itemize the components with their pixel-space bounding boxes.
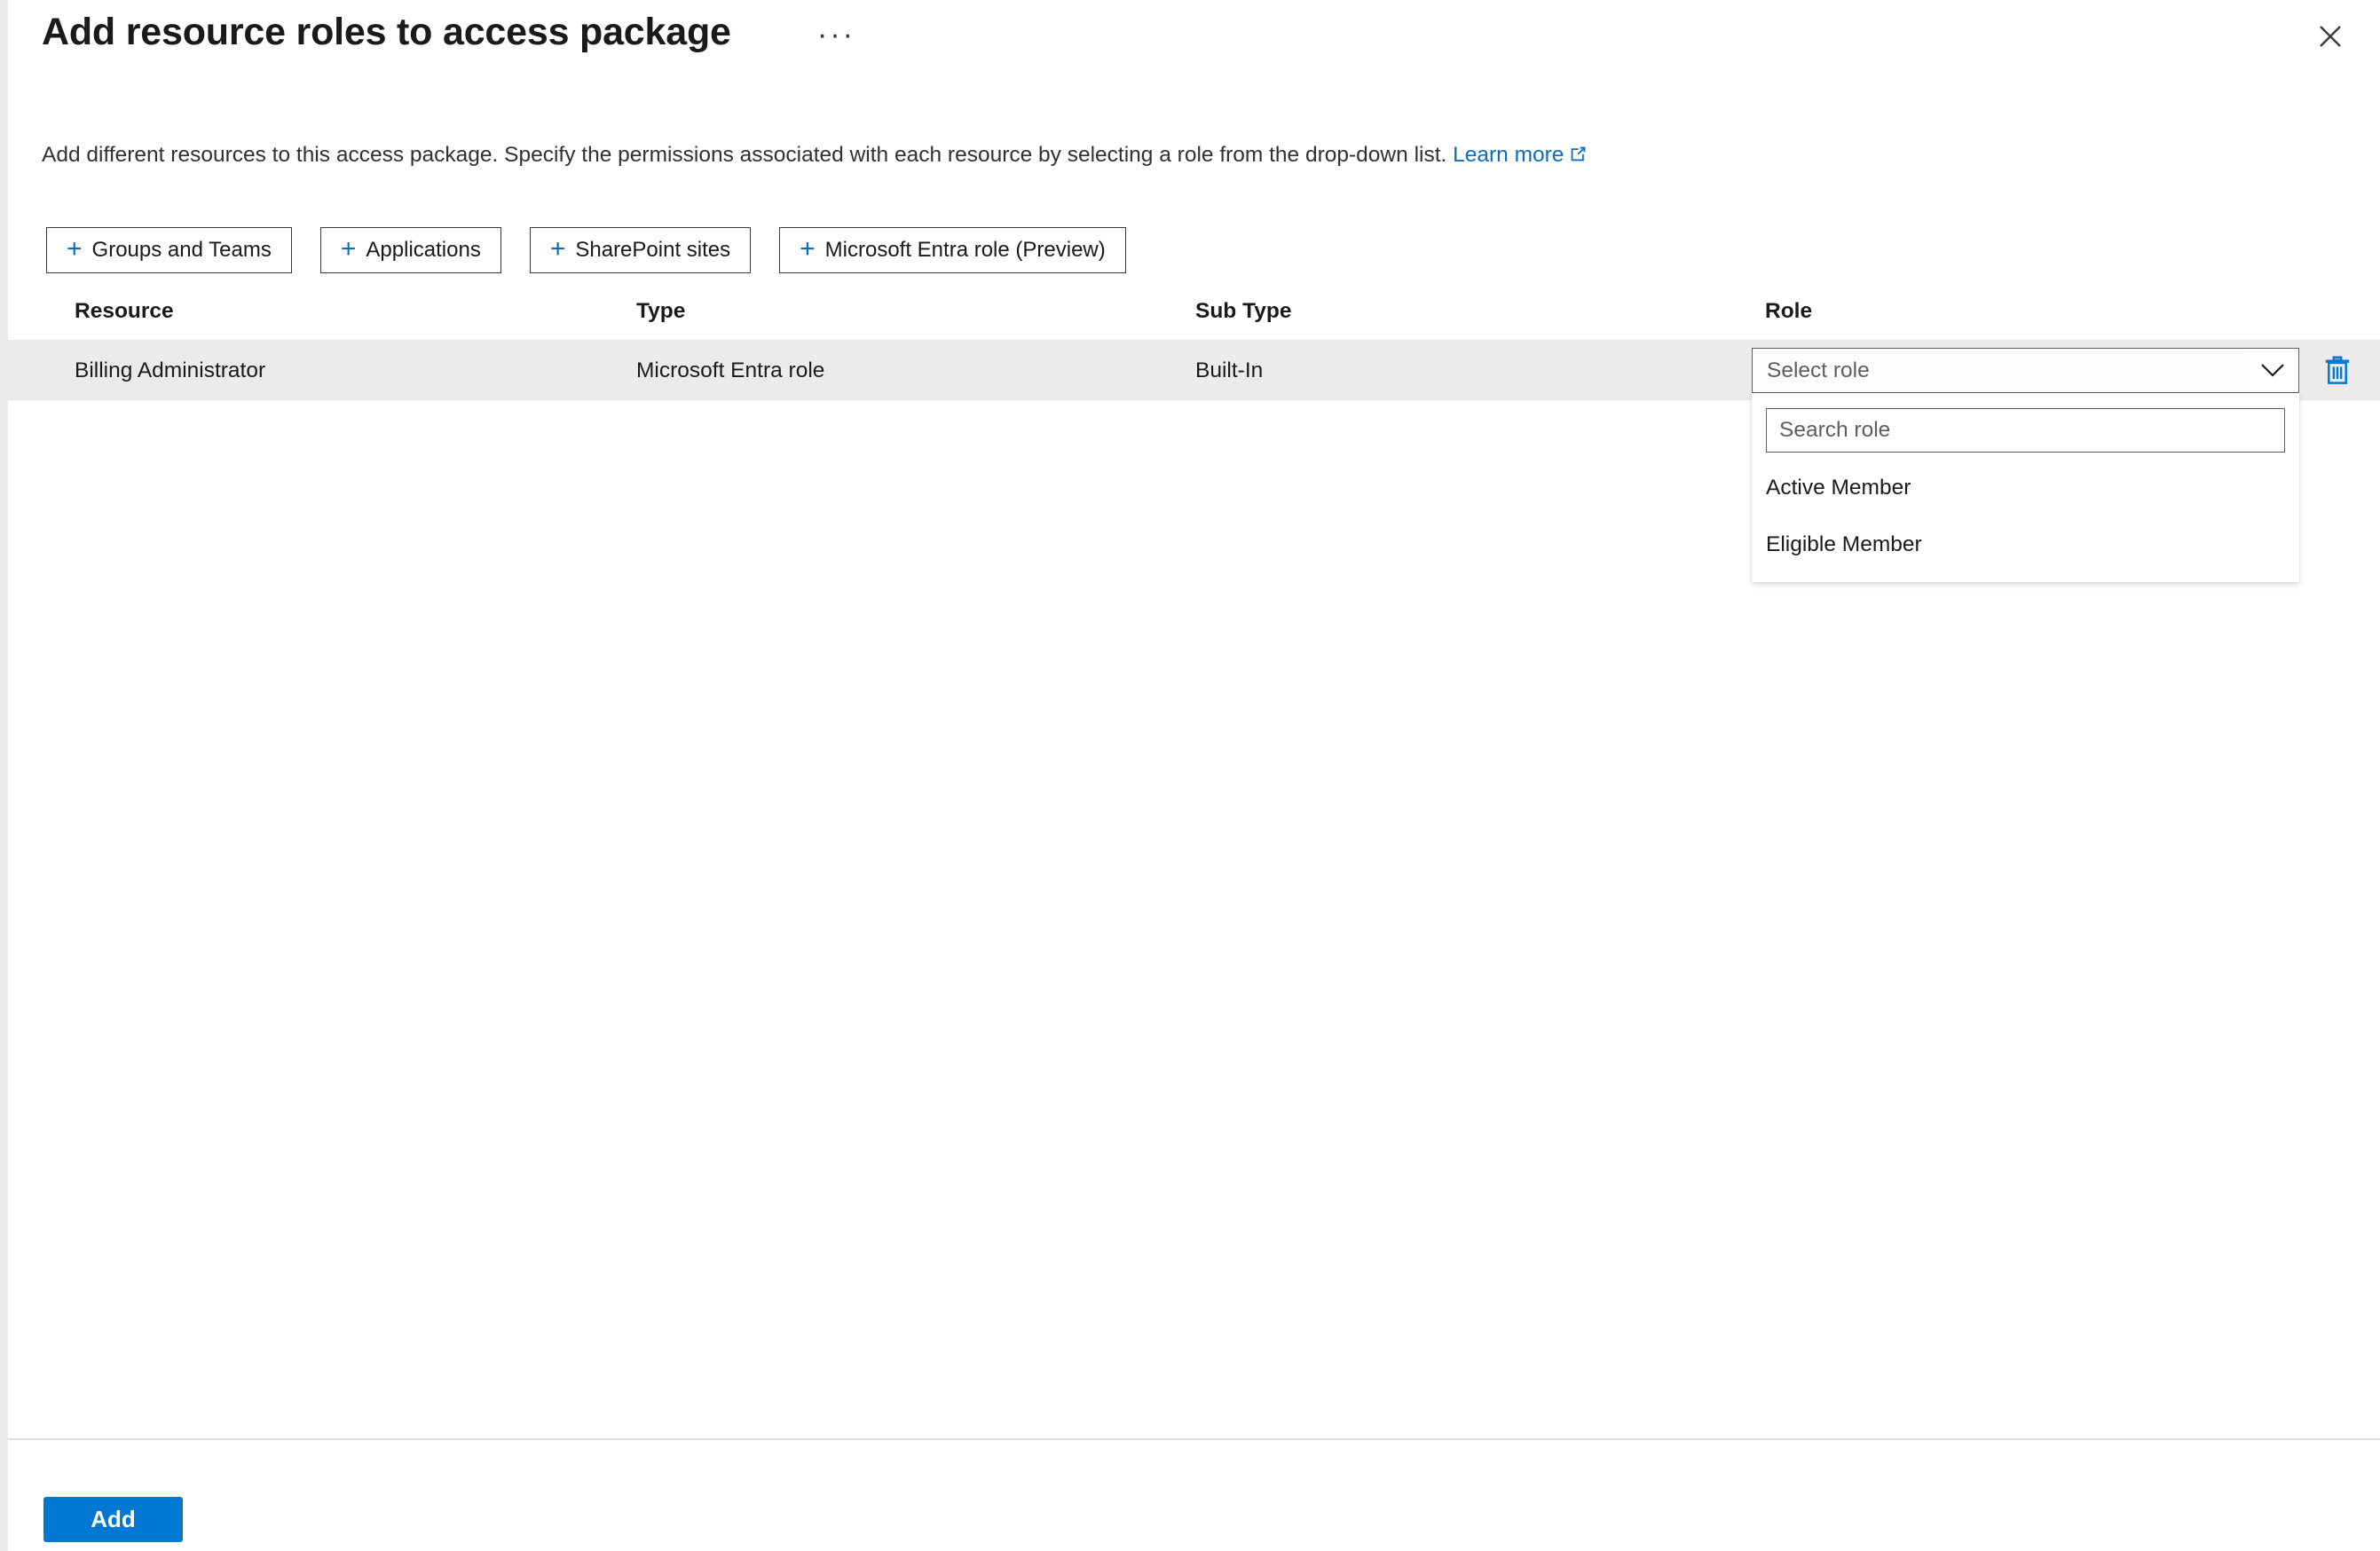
add-applications-label: Applications bbox=[366, 238, 481, 262]
add-resource-roles-blade: Add resource roles to access package ···… bbox=[8, 0, 2380, 1551]
delete-resource-button[interactable] bbox=[2318, 354, 2357, 390]
cell-role: Select role Active Member Eligible Membe… bbox=[1752, 348, 2302, 582]
resource-roles-table: Resource Type Sub Type Role Billing Admi… bbox=[8, 288, 2380, 582]
learn-more-label: Learn more bbox=[1453, 143, 1564, 167]
column-header-role: Role bbox=[1765, 299, 1813, 323]
blade-header: Add resource roles to access package ··· bbox=[8, 0, 2380, 85]
add-groups-and-teams-button[interactable]: + Groups and Teams bbox=[46, 227, 292, 273]
learn-more-link[interactable]: Learn more bbox=[1453, 143, 1588, 167]
more-options-icon[interactable]: ··· bbox=[817, 20, 855, 50]
resource-type-command-bar: + Groups and Teams + Applications + Shar… bbox=[46, 227, 1155, 273]
column-header-type: Type bbox=[636, 299, 686, 323]
plus-icon: + bbox=[67, 234, 83, 264]
trash-icon bbox=[2322, 355, 2352, 390]
add-button[interactable]: Add bbox=[43, 1497, 183, 1542]
chevron-down-icon[interactable] bbox=[2248, 350, 2297, 391]
column-header-resource: Resource bbox=[75, 299, 174, 323]
role-dropdown-panel: Active Member Eligible Member bbox=[1752, 393, 2299, 582]
role-select-combobox[interactable]: Select role bbox=[1752, 348, 2299, 393]
add-applications-button[interactable]: + Applications bbox=[319, 227, 501, 273]
blade-footer: Add bbox=[8, 1440, 2380, 1551]
add-groups-and-teams-label: Groups and Teams bbox=[91, 238, 272, 262]
cell-sub-type: Built-In bbox=[1195, 358, 1264, 382]
add-microsoft-entra-role-button[interactable]: + Microsoft Entra role (Preview) bbox=[779, 227, 1126, 273]
add-sharepoint-sites-button[interactable]: + SharePoint sites bbox=[529, 227, 752, 273]
blade-left-edge bbox=[0, 0, 8, 1551]
close-button[interactable] bbox=[2300, 9, 2360, 64]
close-icon bbox=[2319, 25, 2342, 48]
plus-icon: + bbox=[800, 234, 816, 264]
role-search-input[interactable] bbox=[1766, 408, 2285, 453]
role-select-value: Select role bbox=[1767, 358, 1870, 382]
table-row: Billing Administrator Microsoft Entra ro… bbox=[8, 340, 2380, 582]
plus-icon: + bbox=[549, 234, 566, 264]
role-option-active-member[interactable]: Active Member bbox=[1752, 460, 2299, 516]
role-search-wrapper bbox=[1752, 393, 2299, 460]
page-title: Add resource roles to access package bbox=[42, 11, 731, 53]
cell-type: Microsoft Entra role bbox=[636, 358, 825, 382]
add-microsoft-entra-role-label: Microsoft Entra role (Preview) bbox=[824, 238, 1106, 262]
external-link-icon bbox=[1569, 142, 1588, 172]
role-option-eligible-member[interactable]: Eligible Member bbox=[1752, 516, 2299, 573]
table-header-row: Resource Type Sub Type Role bbox=[8, 288, 2380, 340]
add-sharepoint-sites-label: SharePoint sites bbox=[575, 238, 731, 262]
plus-icon: + bbox=[340, 234, 357, 264]
column-header-sub-type: Sub Type bbox=[1195, 299, 1292, 323]
blade-description: Add different resources to this access p… bbox=[42, 140, 1588, 172]
description-text: Add different resources to this access p… bbox=[42, 143, 1447, 167]
cell-resource: Billing Administrator bbox=[75, 358, 266, 382]
